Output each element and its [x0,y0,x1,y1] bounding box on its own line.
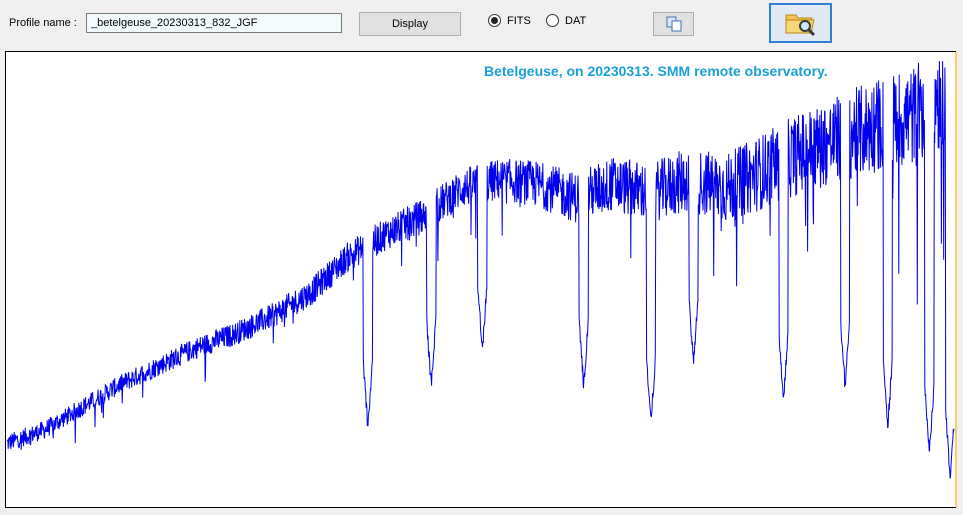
fits-radio[interactable]: FITS [488,14,531,27]
plot-right-edge [955,52,957,507]
chart-title: Betelgeuse, on 20230313. SMM remote obse… [484,63,828,79]
copy-icon [666,16,681,32]
dat-radio-label: DAT [565,14,587,27]
display-button[interactable]: Display [359,12,461,36]
spectrum-chart [6,61,955,479]
fits-radio-label: FITS [507,14,531,27]
spectrum-series-line [6,61,955,479]
profile-name-label: Profile name : [9,17,77,29]
profile-name-input[interactable] [86,13,342,33]
dat-radio[interactable]: DAT [546,14,586,27]
copy-button[interactable] [653,12,694,36]
open-file-button[interactable] [769,3,832,43]
dat-radio-circle[interactable] [546,14,559,27]
spectrum-plot: Betelgeuse, on 20230313. SMM remote obse… [5,51,957,508]
toolbar: Profile name : Display FITS DAT [0,0,963,46]
fits-radio-selected-dot [491,17,498,24]
fits-radio-circle[interactable] [488,14,501,27]
folder-search-icon [785,14,815,37]
